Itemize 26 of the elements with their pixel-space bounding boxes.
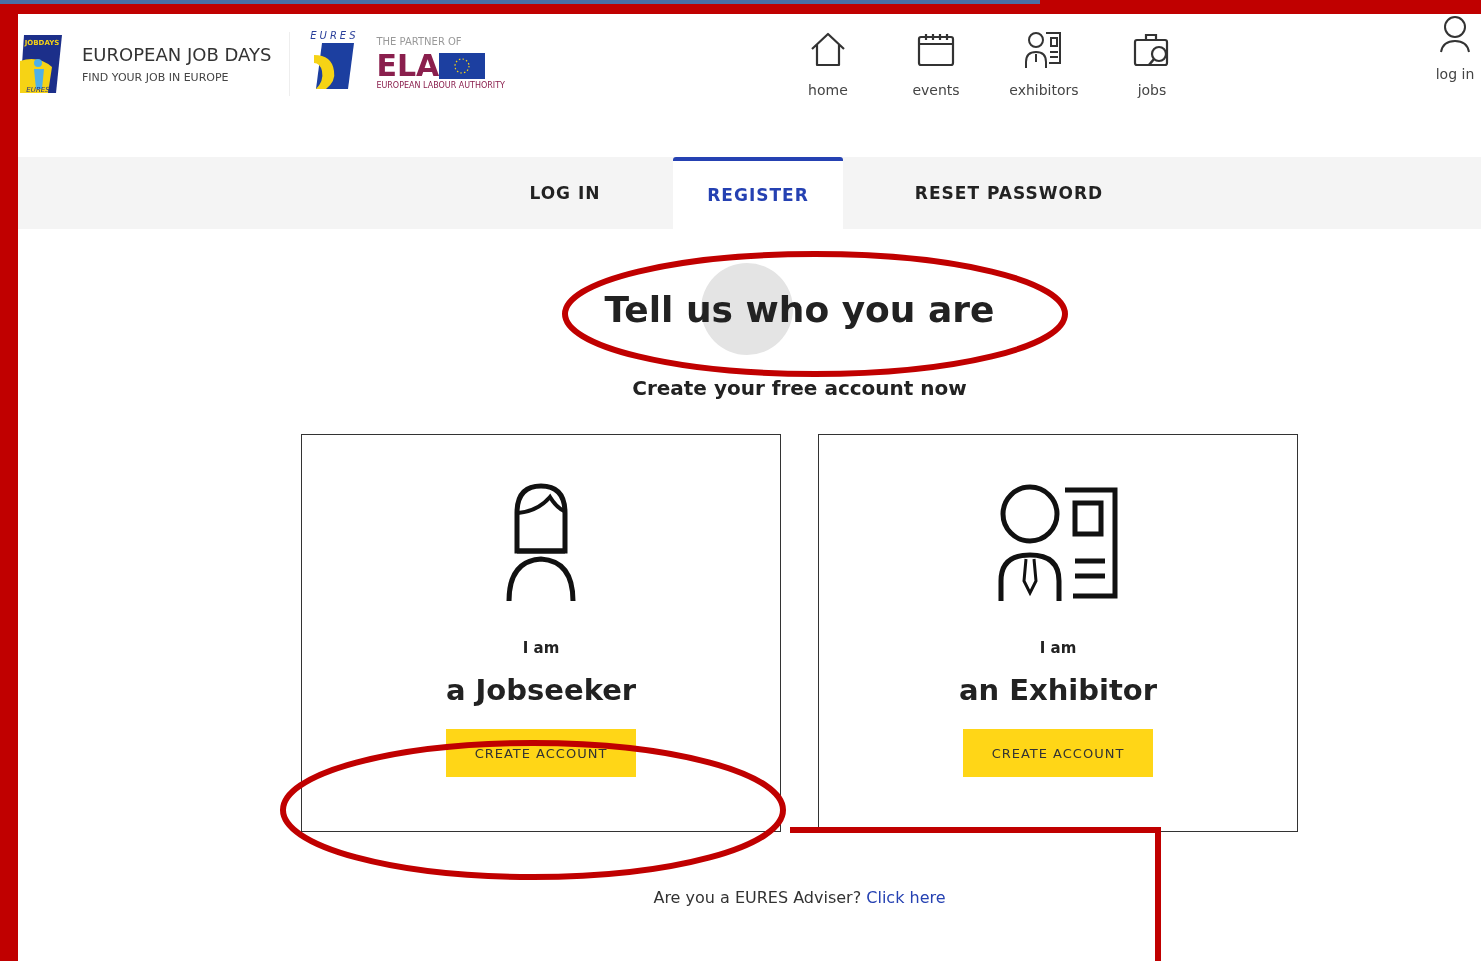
eures-label: EURES <box>310 30 359 41</box>
card-title: a Jobseeker <box>445 673 637 707</box>
page-subheading: Create your free account now <box>632 376 967 400</box>
adviser-prompt: Are you a EURES Adviser? Click here <box>653 888 946 907</box>
nav-link[interactable]: events <box>881 30 990 98</box>
page-heading: Tell us who you are <box>604 289 995 330</box>
tab[interactable]: LOG IN <box>462 157 668 229</box>
card-prefix: I am <box>1039 639 1077 657</box>
login-link[interactable]: log in <box>1419 14 1481 82</box>
card-title: an Exhibitor <box>958 673 1158 707</box>
card-prefix: I am <box>522 639 560 657</box>
ela-logo-text: ELA <box>376 51 440 81</box>
nav-link[interactable]: exhibitors <box>989 30 1098 98</box>
create-account-button[interactable]: CREATE ACCOUNT <box>963 729 1153 777</box>
tab[interactable]: RESET PASSWORD <box>843 157 1175 229</box>
tab[interactable]: REGISTER <box>673 157 843 229</box>
click-here-link[interactable]: Click here <box>866 888 946 907</box>
nav-link[interactable]: jobs <box>1097 30 1206 98</box>
site-tagline: FIND YOUR JOB IN EUROPE <box>82 71 230 84</box>
nav-link[interactable]: home <box>773 30 882 98</box>
ela-subtitle: EUROPEAN LABOUR AUTHORITY <box>376 81 505 90</box>
partner-caption: THE PARTNER OF <box>376 36 463 47</box>
hand-logo-icon <box>312 41 357 91</box>
eu-flag-icon <box>439 53 486 79</box>
person-card-icon <box>1023 30 1064 70</box>
site-title: EUROPEAN JOB DAYS <box>82 44 272 65</box>
